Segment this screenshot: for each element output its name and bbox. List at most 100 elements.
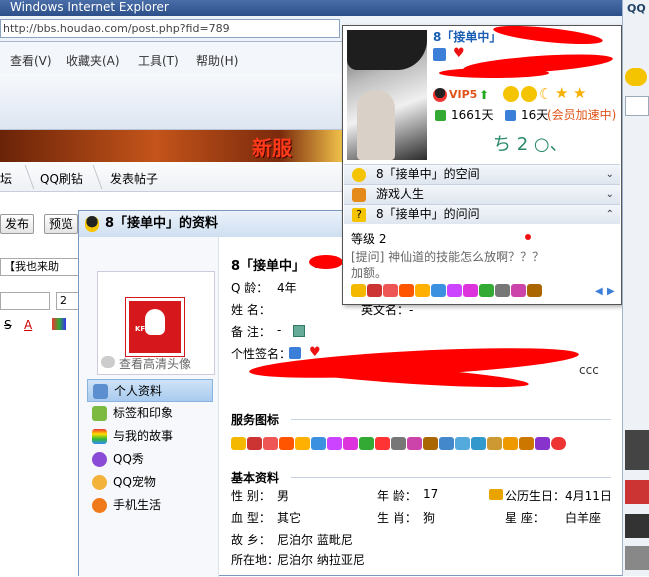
qq-penguin-icon <box>85 216 99 232</box>
chevron-down-icon: ⌄ <box>605 169 614 180</box>
member-accel: (会员加速中) <box>547 108 617 122</box>
star-icon: ★ <box>555 84 569 102</box>
card-nickname[interactable]: 8「接单中」 <box>433 28 501 45</box>
qa-question[interactable]: [提问] 神仙道的技能怎么放啊？？？ <box>351 248 544 265</box>
mobile-icon <box>92 498 107 513</box>
badge-icon <box>383 284 398 297</box>
heart-icon: ♥ <box>453 46 465 61</box>
profile-nickname: 8「接单中」 <box>231 259 306 274</box>
post-title-input[interactable]: 【我也来助 <box>0 258 80 276</box>
badge-icon <box>359 437 374 450</box>
signature-edit-icon[interactable] <box>289 347 301 359</box>
kfc-logo-avatar: KFC <box>126 298 184 356</box>
penguin-icon <box>367 284 382 297</box>
bg-color-icon[interactable] <box>52 318 66 330</box>
diamond-icon <box>463 284 478 297</box>
font-select[interactable] <box>0 292 50 310</box>
menu-tools[interactable]: 工具(T) <box>138 52 179 69</box>
penguin-icon <box>101 356 115 368</box>
next-arrow-icon[interactable]: ▶ <box>607 286 615 297</box>
size-select[interactable]: 2 <box>56 292 80 310</box>
qa-level: 等级 2 <box>351 232 387 246</box>
section-divider <box>291 419 611 420</box>
game-icon <box>352 188 366 202</box>
nav-mobile[interactable]: 手机生活 <box>87 494 213 517</box>
badge-icon <box>263 437 278 450</box>
font-color-icon[interactable]: A <box>24 318 32 332</box>
contact-avatar[interactable] <box>625 546 649 570</box>
signature-label: 个性签名： <box>231 347 292 361</box>
card-service-icons <box>351 284 601 300</box>
badge-icon <box>279 437 294 450</box>
gender-value: 男 <box>277 489 290 503</box>
diamond-icon <box>511 284 526 297</box>
edit-remark-icon[interactable] <box>293 325 305 337</box>
strike-icon[interactable]: S <box>4 318 12 332</box>
member-clock-icon <box>505 110 516 121</box>
qa-answer: 加额。 <box>351 266 388 280</box>
moon-icon: ☾ <box>539 85 553 103</box>
clock-icon <box>435 110 446 121</box>
qqshow-icon <box>92 452 107 467</box>
age-value: 17 <box>423 487 439 501</box>
publish-button[interactable]: 发布 <box>0 214 35 234</box>
nav-story[interactable]: 与我的故事 <box>87 425 213 448</box>
menu-favorites[interactable]: 收藏夹(A) <box>66 52 120 69</box>
qq-main-panel-edge: QQ <box>622 0 649 576</box>
qq-member-icon <box>433 48 446 61</box>
blood-value: 其它 <box>277 511 302 525</box>
heart-icon <box>551 437 566 450</box>
window-title: Windows Internet Explorer <box>10 0 169 14</box>
diamond-icon <box>231 437 246 450</box>
member-days: 16天 <box>521 108 549 122</box>
user-photo[interactable] <box>347 30 427 160</box>
view-hd-avatar-link[interactable]: 查看高清头像 <box>101 355 191 372</box>
badge-icon <box>399 284 414 297</box>
chevron-up-icon: ⌃ <box>605 209 614 220</box>
name-label: 姓 名： <box>231 303 271 317</box>
card-games-row[interactable]: 游戏人生 ⌄ <box>344 184 620 204</box>
view-hd-avatar-label: 查看高清头像 <box>119 357 192 371</box>
nav-label: 个人资料 <box>114 384 163 398</box>
nav-qqshow[interactable]: QQ秀 <box>87 448 213 471</box>
breadcrumb-item-post[interactable]: 发表帖子 <box>110 170 158 187</box>
section-divider <box>291 477 611 478</box>
gender-label: 性 别： <box>231 489 271 503</box>
preview-button[interactable]: 预览 <box>44 214 79 234</box>
chevron-down-icon: ⌄ <box>605 189 614 200</box>
penguin-icon <box>433 88 447 102</box>
basic-info-title: 基本资料 <box>231 471 280 485</box>
menu-help[interactable]: 帮助(H) <box>196 52 238 69</box>
breadcrumb-separator <box>15 165 35 189</box>
url-input[interactable]: http://bbs.houdao.com/post.php?fid=789 <box>0 19 340 38</box>
contact-avatar[interactable] <box>625 430 649 470</box>
badge-icon <box>479 284 494 297</box>
tag-icon <box>92 406 107 421</box>
penguin-icon <box>247 437 262 450</box>
star-icon[interactable] <box>625 68 647 86</box>
diamond-icon <box>407 437 422 450</box>
nav-tags[interactable]: 标签和印象 <box>87 402 213 425</box>
location-value: 尼泊尔 纳拉亚尼 <box>277 553 365 567</box>
card-space-row[interactable]: 8「接单中」的空间 ⌄ <box>344 164 620 184</box>
diamond-icon <box>447 284 462 297</box>
prev-arrow-icon[interactable]: ◀ <box>595 286 603 297</box>
diamond-icon <box>351 284 366 297</box>
contact-avatar[interactable] <box>625 480 649 504</box>
breadcrumb-item-qq[interactable]: QQ刷钻 <box>40 170 83 187</box>
nav-personal-info[interactable]: 个人资料 <box>87 379 213 402</box>
breadcrumb-item-forum[interactable]: 坛 <box>0 170 12 187</box>
menu-view[interactable]: 查看(V) <box>10 52 52 69</box>
nav-label: 手机生活 <box>113 498 162 512</box>
card-qa-row[interactable]: ? 8「接单中」的问问 ⌃ <box>344 204 620 224</box>
game-icon <box>423 437 438 450</box>
remark-value: - <box>277 323 282 337</box>
profile-sidebar: KFC 查看高清头像 个人资料 标签和印象 与我的故事 QQ秀 QQ宠物 手机生… <box>79 237 219 577</box>
nav-qqpet[interactable]: QQ宠物 <box>87 471 213 494</box>
search-input[interactable] <box>625 96 649 116</box>
space-icon <box>352 168 366 182</box>
profile-nav: 个人资料 标签和印象 与我的故事 QQ秀 QQ宠物 手机生活 <box>87 379 213 517</box>
zodiac-value: 狗 <box>423 511 436 525</box>
contact-avatar[interactable] <box>625 514 649 538</box>
qq-panel-title: QQ <box>627 2 646 15</box>
